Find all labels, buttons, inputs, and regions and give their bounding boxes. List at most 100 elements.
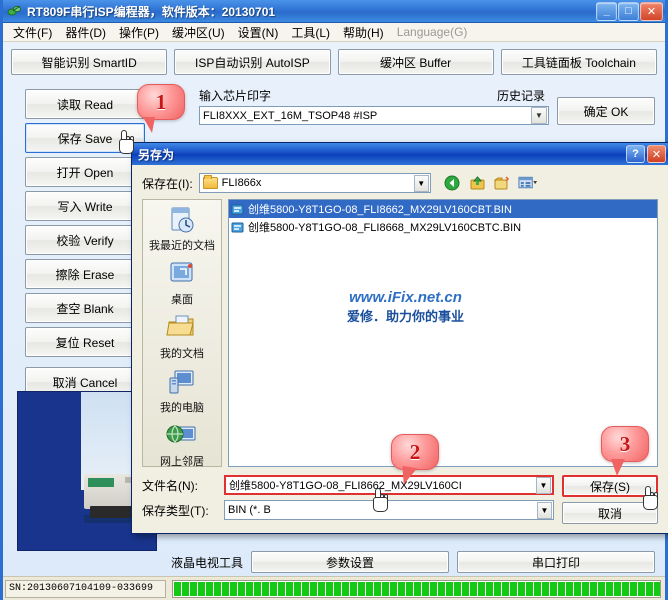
chip-input-group: 输入芯片印字 历史记录 FLI8XXX_EXT_16M_TSOP48 #ISP … [199, 87, 655, 125]
chevron-down-icon[interactable]: ▼ [536, 476, 551, 494]
progress-segment [438, 581, 446, 596]
watermark-url: www.iFix.net.cn [349, 289, 462, 306]
progress-segment [510, 581, 518, 596]
place-label: 我最近的文档 [149, 240, 215, 252]
desktop-icon [166, 260, 198, 290]
progress-segment [582, 581, 590, 596]
buffer-button[interactable]: 缓冲区 Buffer [337, 49, 494, 75]
progress-segment [198, 581, 206, 596]
reset-button[interactable]: 复位 Reset [25, 327, 145, 357]
dialog-help-button[interactable]: ? [626, 145, 645, 163]
callout-bubble: 3 [601, 426, 649, 462]
progress-segment [566, 581, 574, 596]
place-label: 我的文档 [160, 348, 204, 360]
place-my-computer[interactable]: 我的电脑 [143, 368, 221, 415]
place-desktop[interactable]: 桌面 [143, 260, 221, 307]
chip-input-combo[interactable]: FLI8XXX_EXT_16M_TSOP48 #ISP ▼ [199, 106, 549, 125]
menu-item-language[interactable]: Language(G) [391, 23, 474, 41]
menu-item-device[interactable]: 器件(D) [59, 22, 112, 43]
close-button[interactable]: ✕ [640, 1, 663, 21]
place-network-places[interactable]: 网上邻居 [143, 422, 221, 469]
watermark: www.iFix.net.cn 爱修．助力你的事业 [347, 288, 464, 326]
progress-segment [598, 581, 606, 596]
file-list[interactable]: 创维5800-Y8T1GO-08_FLI8662_MX29LV160CBT.BI… [228, 199, 658, 467]
menu-item-file[interactable]: 文件(F) [7, 22, 58, 43]
progress-segment [262, 581, 270, 596]
verify-button[interactable]: 校验 Verify [25, 225, 145, 255]
minimize-button[interactable]: _ [596, 1, 617, 21]
progress-segment [342, 581, 350, 596]
place-label: 桌面 [171, 294, 193, 306]
read-button[interactable]: 读取 Read [25, 89, 145, 119]
serial-print-button[interactable]: 串口打印 [457, 551, 656, 573]
callout-number: 2 [409, 439, 421, 464]
dialog-title-bar: 另存为 ? ✕ [132, 143, 668, 165]
blank-button[interactable]: 查空 Blank [25, 293, 145, 323]
progress-segment [350, 581, 358, 596]
serial-number: SN:20130607104109-033699 [5, 579, 167, 598]
progress-segment [430, 581, 438, 596]
chevron-down-icon[interactable]: ▼ [531, 107, 547, 124]
menu-item-tools[interactable]: 工具(L) [285, 22, 336, 43]
main-window: RT809F串行ISP编程器，软件版本：20130701 _ □ ✕ 文件(F)… [0, 0, 668, 600]
save-in-value: FLI866x [221, 177, 262, 189]
new-folder-icon[interactable] [493, 174, 513, 192]
file-name: 创维5800-Y8T1GO-08_FLI8662_MX29LV160CBT.BI… [248, 204, 512, 216]
place-recent-documents[interactable]: 我最近的文档 [143, 206, 221, 253]
progress-segment [558, 581, 566, 596]
cursor-save-button [117, 130, 139, 156]
menu-item-operation[interactable]: 操作(P) [113, 22, 165, 43]
dialog-title: 另存为 [138, 147, 175, 162]
up-folder-icon[interactable] [468, 174, 488, 192]
progress-segment [422, 581, 430, 596]
dialog-close-button[interactable]: ✕ [647, 145, 666, 163]
write-button[interactable]: 写入 Write [25, 191, 145, 221]
chevron-down-icon[interactable]: ▼ [537, 501, 552, 519]
progress-bar [172, 579, 661, 598]
progress-segment [358, 581, 366, 596]
progress-segment [486, 581, 494, 596]
place-my-documents[interactable]: 我的文档 [143, 314, 221, 361]
progress-segment [454, 581, 462, 596]
list-item[interactable]: 创维5800-Y8T1GO-08_FLI8668_MX29LV160CBTC.B… [229, 218, 657, 236]
progress-segment [326, 581, 334, 596]
erase-button[interactable]: 擦除 Erase [25, 259, 145, 289]
callout-2: 2 [391, 434, 439, 486]
toolbar: 智能识别 SmartID ISP自动识别 AutoISP 缓冲区 Buffer … [3, 42, 665, 81]
progress-segment [246, 581, 254, 596]
my-computer-icon [166, 368, 198, 398]
progress-segment [214, 581, 222, 596]
autoisp-button[interactable]: ISP自动识别 AutoISP [174, 49, 331, 75]
views-icon[interactable] [518, 174, 538, 192]
progress-segment [382, 581, 390, 596]
ok-button[interactable]: 确定 OK [557, 97, 655, 125]
progress-segment [622, 581, 630, 596]
save-in-combo[interactable]: FLI866x ▼ [198, 173, 431, 193]
file-name: 创维5800-Y8T1GO-08_FLI8668_MX29LV160CBTC.B… [248, 222, 522, 234]
chevron-down-icon[interactable]: ▼ [413, 174, 429, 192]
back-icon[interactable] [443, 174, 463, 192]
list-item[interactable]: 创维5800-Y8T1GO-08_FLI8662_MX29LV160CBT.BI… [229, 200, 657, 218]
progress-segment [574, 581, 582, 596]
open-button[interactable]: 打开 Open [25, 157, 145, 187]
maximize-button[interactable]: □ [618, 1, 639, 21]
progress-segment [286, 581, 294, 596]
progress-segment [654, 581, 661, 596]
menu-item-settings[interactable]: 设置(N) [232, 22, 285, 43]
progress-segment [254, 581, 262, 596]
menu-item-help[interactable]: 帮助(H) [337, 22, 390, 43]
lcd-tools-label: 液晶电视工具 [171, 555, 244, 570]
progress-segment [542, 581, 550, 596]
parameter-settings-button[interactable]: 参数设置 [251, 551, 450, 573]
progress-segment [270, 581, 278, 596]
toolchain-button[interactable]: 工具链面板 Toolchain [500, 49, 657, 75]
my-documents-icon [166, 314, 198, 344]
callout-number: 3 [619, 431, 631, 456]
progress-segment [478, 581, 486, 596]
cursor-dialog-save-button [641, 486, 663, 512]
progress-segment [398, 581, 406, 596]
menu-item-buffer[interactable]: 缓冲区(U) [166, 22, 231, 43]
smartid-button[interactable]: 智能识别 SmartID [11, 49, 168, 75]
chip-input-value[interactable]: FLI8XXX_EXT_16M_TSOP48 #ISP [203, 110, 531, 122]
app-icon [7, 3, 23, 19]
